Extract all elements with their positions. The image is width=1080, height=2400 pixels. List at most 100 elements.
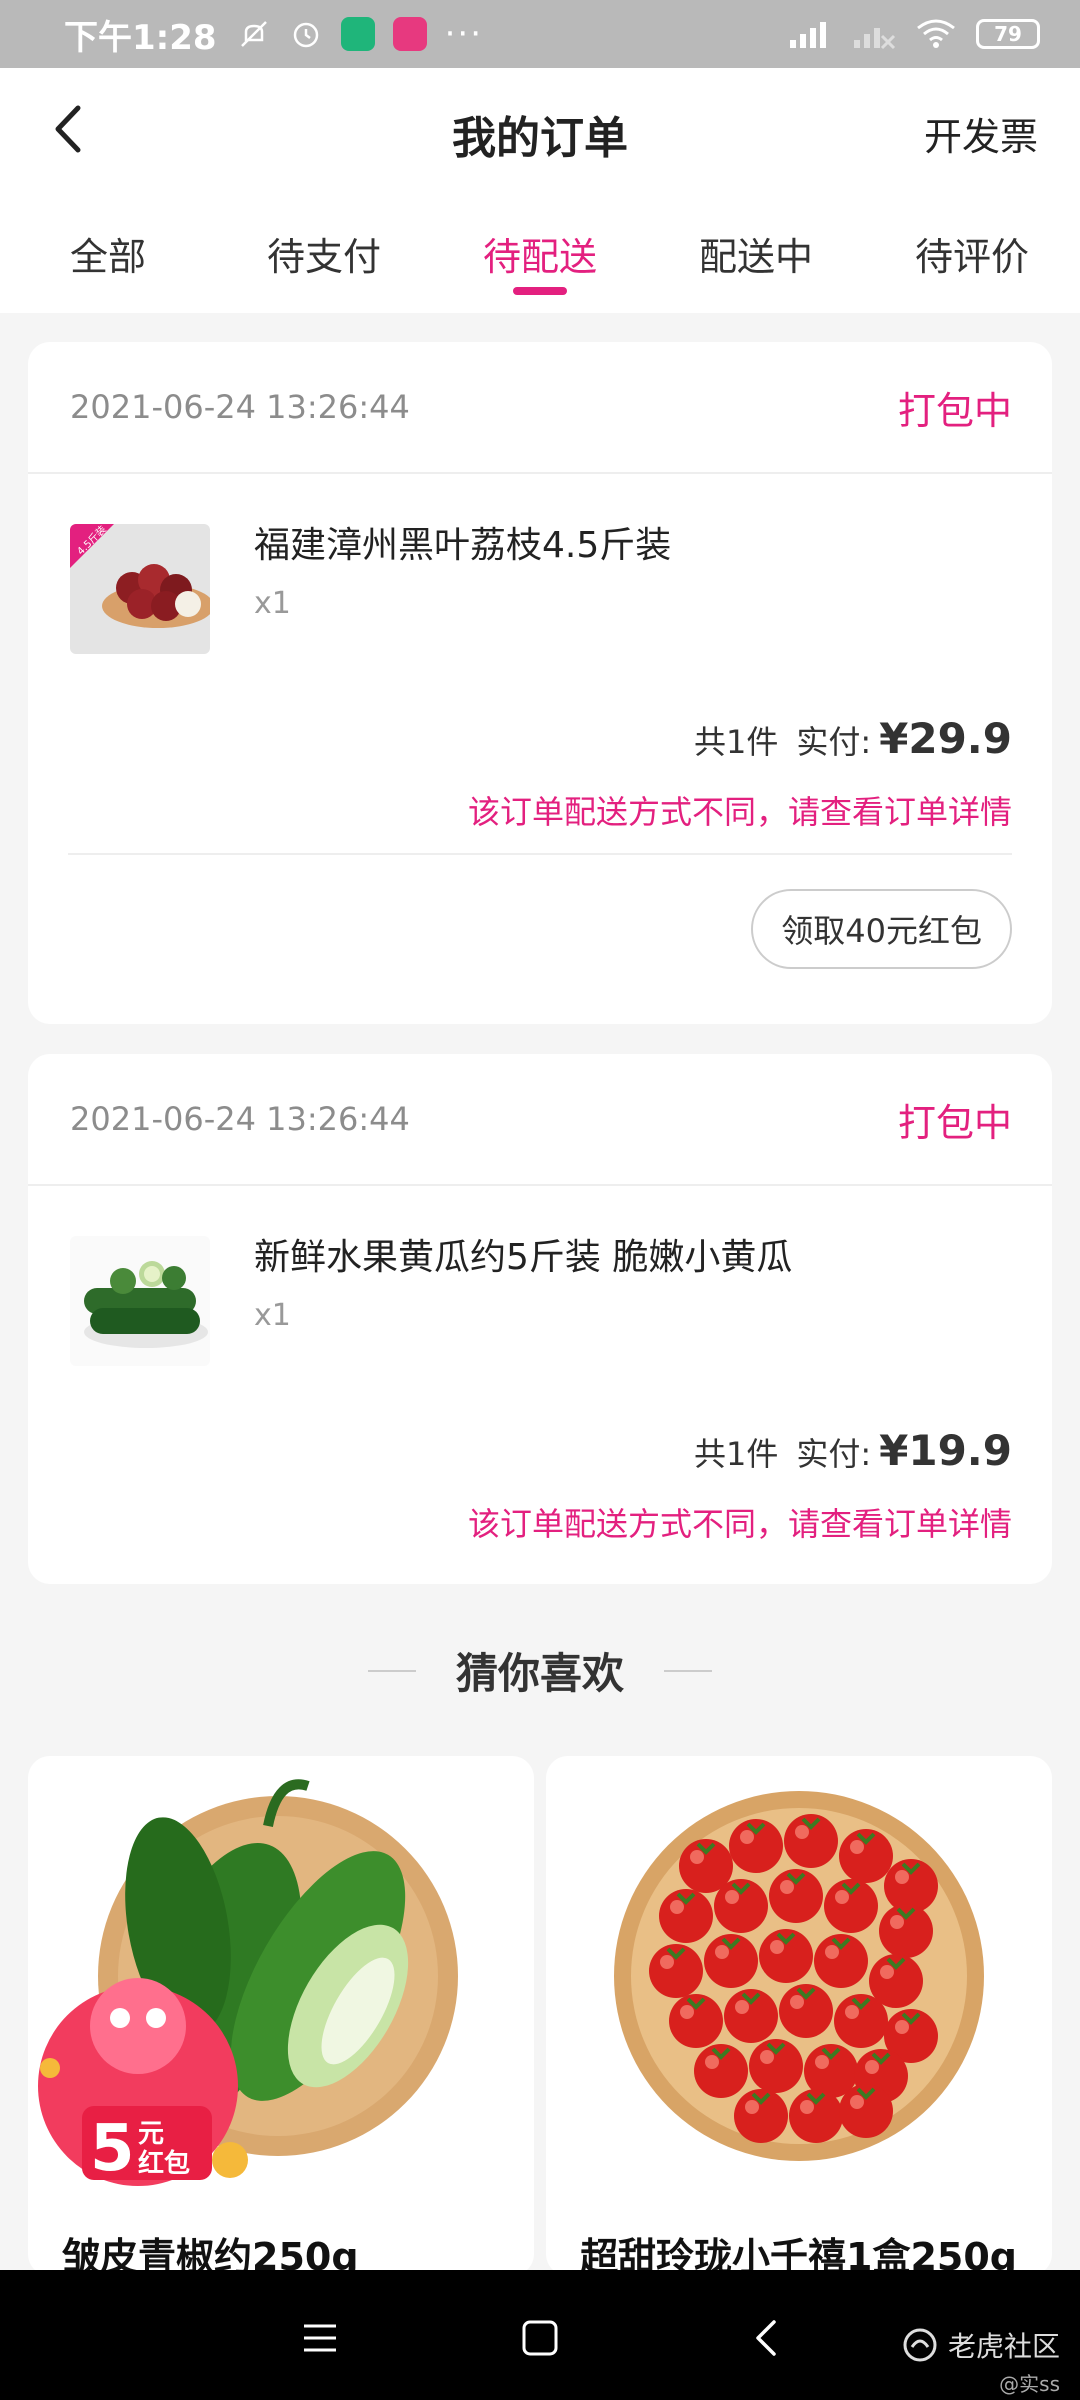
- tab-pending-delivery[interactable]: 待配送: [432, 193, 648, 313]
- alarm-icon: [289, 17, 323, 51]
- order-header: 2021-06-24 13:26:44 打包中: [28, 342, 1052, 474]
- order-card[interactable]: 2021-06-24 13:26:44 打包中 4.5斤装 福建漳州黑叶荔枝4.…: [28, 342, 1052, 1024]
- tomato-highlight: [850, 2095, 864, 2109]
- tomato-highlight: [680, 2005, 694, 2019]
- delivery-note[interactable]: 该订单配送方式不同，请查看订单详情: [28, 763, 1052, 833]
- item-info: 新鲜水果黄瓜约5斤装 脆嫩小黄瓜 x1: [254, 1236, 792, 1426]
- order-date: 2021-06-24 13:26:44: [70, 388, 410, 426]
- tomato-highlight: [865, 2060, 879, 2074]
- status-icons-left: ···: [237, 14, 483, 54]
- battery-icon: 79: [976, 19, 1040, 49]
- status-time: 下午1:28: [64, 17, 217, 58]
- redpack-row: 领取40元红包: [28, 855, 1052, 969]
- tomato-highlight: [800, 2100, 814, 2114]
- mute-icon: [237, 17, 271, 51]
- tomato: [814, 1934, 868, 1988]
- item-info: 福建漳州黑叶荔枝4.5斤装 x1: [254, 524, 671, 714]
- tomato: [749, 2039, 803, 2093]
- tab-pending-payment[interactable]: 待支付: [216, 193, 432, 313]
- heading-line-right: [664, 1669, 712, 1672]
- tomato-highlight: [790, 1995, 804, 2009]
- heading-line-left: [367, 1669, 416, 1672]
- tomato-highlight: [725, 1890, 739, 1904]
- red-packet-label: 红包: [138, 2148, 190, 2179]
- product-card[interactable]: 5 元 红包 皱皮青椒约250g: [28, 1756, 534, 2276]
- lychee-image: 4.5斤装: [70, 524, 210, 654]
- back-nav-icon[interactable]: [748, 2318, 788, 2358]
- order-card[interactable]: 2021-06-24 13:26:44 打包中 新鲜水果黄瓜约5斤装 脆嫩小黄瓜…: [28, 1054, 1052, 1584]
- tab-all[interactable]: 全部: [0, 193, 216, 313]
- tomato-highlight: [895, 1870, 909, 1884]
- tomato: [714, 1879, 768, 1933]
- item-name: 新鲜水果黄瓜约5斤装 脆嫩小黄瓜: [254, 1237, 793, 1278]
- tomato: [839, 1829, 893, 1883]
- tomato: [789, 2089, 843, 2143]
- order-date: 2021-06-24 13:26:44: [70, 1100, 410, 1138]
- status-bar: 下午1:28 ··· 79: [0, 0, 1080, 68]
- page-title: 我的订单: [452, 113, 628, 164]
- header: 我的订单 开发票: [0, 68, 1080, 193]
- tomato: [659, 1889, 713, 1943]
- order-item[interactable]: 4.5斤装 福建漳州黑叶荔枝4.5斤装 x1: [28, 474, 1052, 714]
- item-count: 共1件: [693, 723, 779, 761]
- tab-in-delivery[interactable]: 配送中: [648, 193, 864, 313]
- cucumber-image: [70, 1236, 210, 1366]
- tomato: [734, 2089, 788, 2143]
- tab-pending-review[interactable]: 待评价: [864, 193, 1080, 313]
- invoice-button[interactable]: 开发票: [924, 106, 1038, 161]
- status-icons-right: 79: [788, 18, 1040, 50]
- tomato: [729, 1819, 783, 1873]
- tomato: [784, 1814, 838, 1868]
- tomato-highlight: [660, 1955, 674, 1969]
- product-card[interactable]: 超甜玲珑小千禧1盒250g: [546, 1756, 1052, 2276]
- tomato: [824, 1879, 878, 1933]
- tomato-highlight: [850, 1840, 864, 1854]
- tomato-highlight: [735, 2000, 749, 2014]
- item-name: 福建漳州黑叶荔枝4.5斤装: [254, 525, 672, 566]
- order-summary: 共1件 实付: ¥29.9: [28, 714, 1052, 763]
- product-name: 超甜玲珑小千禧1盒250g: [580, 2235, 1017, 2276]
- cherry-tomato-image: [614, 1791, 984, 2161]
- claim-red-packet-button[interactable]: 领取40元红包: [751, 889, 1012, 969]
- tomato: [839, 2084, 893, 2138]
- tomato-highlight: [745, 2100, 759, 2114]
- wifi-icon: [917, 19, 955, 48]
- order-summary: 共1件 实付: ¥19.9: [28, 1426, 1052, 1475]
- order-header: 2021-06-24 13:26:44 打包中: [28, 1054, 1052, 1186]
- tiger-community-logo-icon: [903, 2328, 937, 2362]
- signal-icon: [790, 22, 826, 48]
- paid-label: 实付:: [796, 1435, 872, 1473]
- tomato: [649, 1944, 703, 1998]
- tomato: [834, 1994, 888, 2048]
- tomato: [769, 1869, 823, 1923]
- item-quantity: x1: [254, 1298, 291, 1333]
- tomato-highlight: [770, 1940, 784, 1954]
- tomato-highlight: [815, 2055, 829, 2069]
- tomato: [704, 1934, 758, 1988]
- tomato-highlight: [835, 1890, 849, 1904]
- menu-icon[interactable]: [300, 2318, 340, 2358]
- shield-app-icon: [340, 17, 375, 51]
- tomato: [879, 1904, 933, 1958]
- watermark: 老虎社区: [902, 2325, 1060, 2365]
- recommend-title: 猜你喜欢: [455, 1649, 624, 1698]
- tomato-highlight: [705, 2055, 719, 2069]
- tomato-highlight: [780, 1880, 794, 1894]
- tomato: [669, 1994, 723, 2048]
- watermark-handle: @实ss: [999, 2372, 1060, 2396]
- tomato: [779, 1984, 833, 2038]
- tomato-highlight: [890, 1915, 904, 1929]
- tomato: [759, 1929, 813, 1983]
- order-item[interactable]: 新鲜水果黄瓜约5斤装 脆嫩小黄瓜 x1: [28, 1186, 1052, 1426]
- tomato-highlight: [895, 2020, 909, 2034]
- item-quantity: x1: [254, 586, 291, 621]
- tomato-highlight: [760, 2050, 774, 2064]
- delivery-note[interactable]: 该订单配送方式不同，请查看订单详情: [28, 1475, 1052, 1545]
- home-icon[interactable]: [520, 2318, 560, 2358]
- green-pepper-image: 5 元 红包: [38, 1779, 458, 2186]
- tomato: [724, 1989, 778, 2043]
- tomato-highlight: [845, 2005, 859, 2019]
- order-status: 打包中: [897, 1100, 1012, 1145]
- red-packet-amount: 5: [90, 2112, 135, 2186]
- order-tabs: 全部 待支付 待配送 配送中 待评价: [0, 193, 1080, 313]
